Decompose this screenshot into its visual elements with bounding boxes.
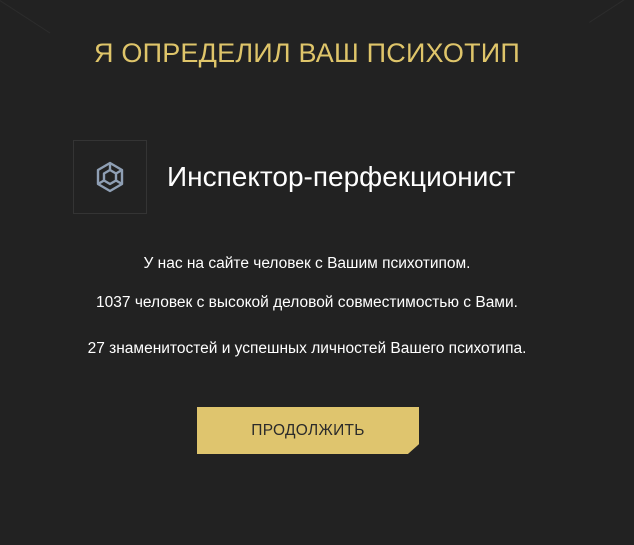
decorative-line-top-right [589,0,634,23]
decorative-line-top-left [0,0,51,34]
psychotype-icon-box [73,139,147,214]
info-celebrities: 27 знаменитостей и успешных личностей Ва… [87,340,527,357]
continue-button[interactable]: ПРОДОЛЖИТЬ [197,407,419,454]
info-users-same-type: У нас на сайте человек с Вашим психотипо… [143,255,471,272]
continue-button-label: ПРОДОЛЖИТЬ [251,421,365,439]
info-business-compatibility: 1037 человек с высокой деловой совместим… [96,294,518,311]
page-title: Я ОПРЕДЕЛИЛ ВАШ ПСИХОТИП [94,38,520,68]
hexagon-cube-icon [96,161,124,192]
psychotype-name: Инспектор-перфекционист [167,160,516,192]
psychotype-row: Инспектор-перфекционист [73,139,515,214]
